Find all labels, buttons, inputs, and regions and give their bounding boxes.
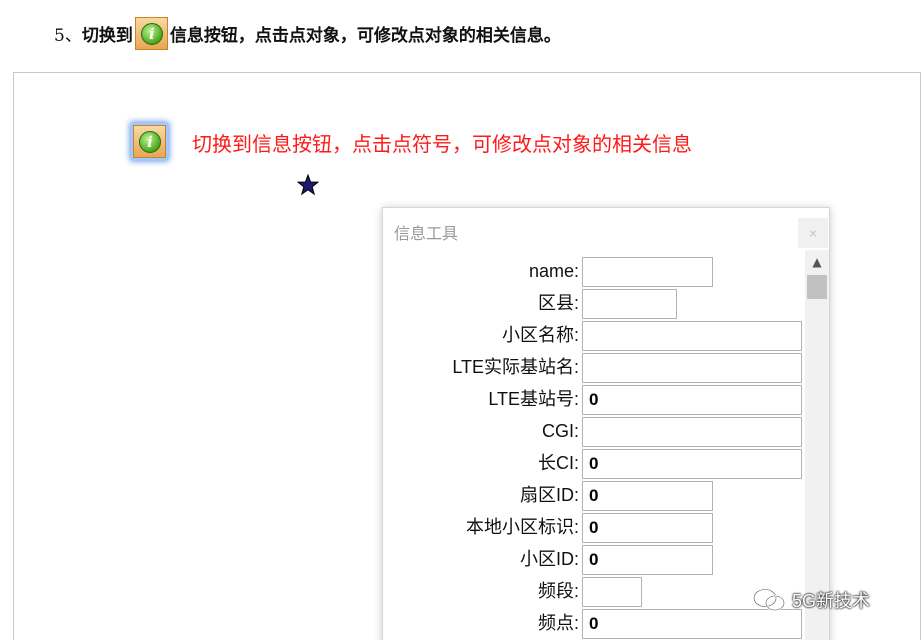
field-row-name: name: bbox=[383, 255, 803, 287]
watermark-text: 5G新技术 bbox=[792, 591, 871, 611]
field-label: 频点: bbox=[537, 613, 579, 633]
frequency-field[interactable]: 0 bbox=[582, 609, 802, 639]
band-field[interactable] bbox=[582, 577, 642, 607]
local-cell-id-field[interactable]: 0 bbox=[582, 513, 713, 543]
field-label: CGI: bbox=[541, 421, 579, 441]
field-row-district: 区县: bbox=[383, 287, 803, 319]
field-label: LTE基站号: bbox=[488, 389, 579, 409]
sector-id-field[interactable]: 0 bbox=[582, 481, 713, 511]
cell-name-field[interactable] bbox=[582, 321, 802, 351]
field-label: LTE实际基站名: bbox=[452, 357, 579, 377]
info-button-inline: i bbox=[134, 16, 168, 50]
field-label: name: bbox=[528, 261, 579, 281]
info-icon: i bbox=[140, 22, 163, 45]
info-tool-dialog: 信息工具 × ▲ name: 区县: 小区名称: LTE实际基站名: LTE基站… bbox=[382, 207, 830, 640]
step-number: 5、 bbox=[54, 25, 82, 46]
field-row-cell-id: 小区ID: 0 bbox=[383, 543, 803, 575]
scroll-thumb[interactable] bbox=[807, 275, 827, 299]
close-button[interactable]: × bbox=[798, 218, 828, 248]
district-field[interactable] bbox=[582, 289, 677, 319]
field-row-local-cell-id: 本地小区标识: 0 bbox=[383, 511, 803, 543]
field-row-cgi: CGI: bbox=[383, 415, 803, 447]
field-row-cell-name: 小区名称: bbox=[383, 319, 803, 351]
field-row-sector-id: 扇区ID: 0 bbox=[383, 479, 803, 511]
cgi-field[interactable] bbox=[582, 417, 802, 447]
field-row-lte-site-name: LTE实际基站名: bbox=[383, 351, 803, 383]
instruction-line: 5、 切换到 i 信息按钮，点击点对象，可修改点对象的相关信息。 bbox=[54, 16, 561, 50]
annotation-caption: 切换到信息按钮，点击点符号，可修改点对象的相关信息 bbox=[192, 134, 692, 156]
star-icon[interactable] bbox=[297, 174, 319, 196]
field-label: 小区名称: bbox=[501, 325, 579, 345]
instruction-text-before: 切换到 bbox=[81, 25, 133, 46]
instruction-text-after: 信息按钮，点击点对象，可修改点对象的相关信息。 bbox=[169, 25, 561, 46]
lte-site-name-field[interactable] bbox=[582, 353, 802, 383]
field-label: 扇区ID: bbox=[519, 485, 579, 505]
watermark: 5G新技术 bbox=[752, 587, 870, 613]
field-label: 频段: bbox=[537, 581, 579, 601]
field-row-lte-site-id: LTE基站号: 0 bbox=[383, 383, 803, 415]
cell-id-field[interactable]: 0 bbox=[582, 545, 713, 575]
field-label: 长CI: bbox=[537, 453, 579, 473]
field-row-long-ci: 长CI: 0 bbox=[383, 447, 803, 479]
name-field[interactable] bbox=[582, 257, 713, 287]
info-tool-button[interactable]: i bbox=[133, 125, 166, 158]
field-row-band: 频段: bbox=[383, 575, 803, 607]
info-icon: i bbox=[139, 131, 161, 153]
field-label: 小区ID: bbox=[519, 549, 579, 569]
wechat-icon bbox=[753, 588, 785, 611]
field-label: 区县: bbox=[537, 293, 579, 313]
field-row-frequency: 频点: 0 bbox=[383, 607, 803, 639]
map-canvas[interactable]: i 切换到信息按钮，点击点符号，可修改点对象的相关信息 信息工具 × ▲ nam… bbox=[13, 72, 921, 640]
dialog-scrollbar[interactable]: ▲ bbox=[805, 250, 829, 640]
field-label: 本地小区标识: bbox=[465, 517, 579, 537]
scroll-up-icon[interactable]: ▲ bbox=[805, 250, 829, 274]
dialog-title: 信息工具 bbox=[394, 226, 459, 243]
long-ci-field[interactable]: 0 bbox=[582, 449, 802, 479]
lte-site-id-field[interactable]: 0 bbox=[582, 385, 802, 415]
